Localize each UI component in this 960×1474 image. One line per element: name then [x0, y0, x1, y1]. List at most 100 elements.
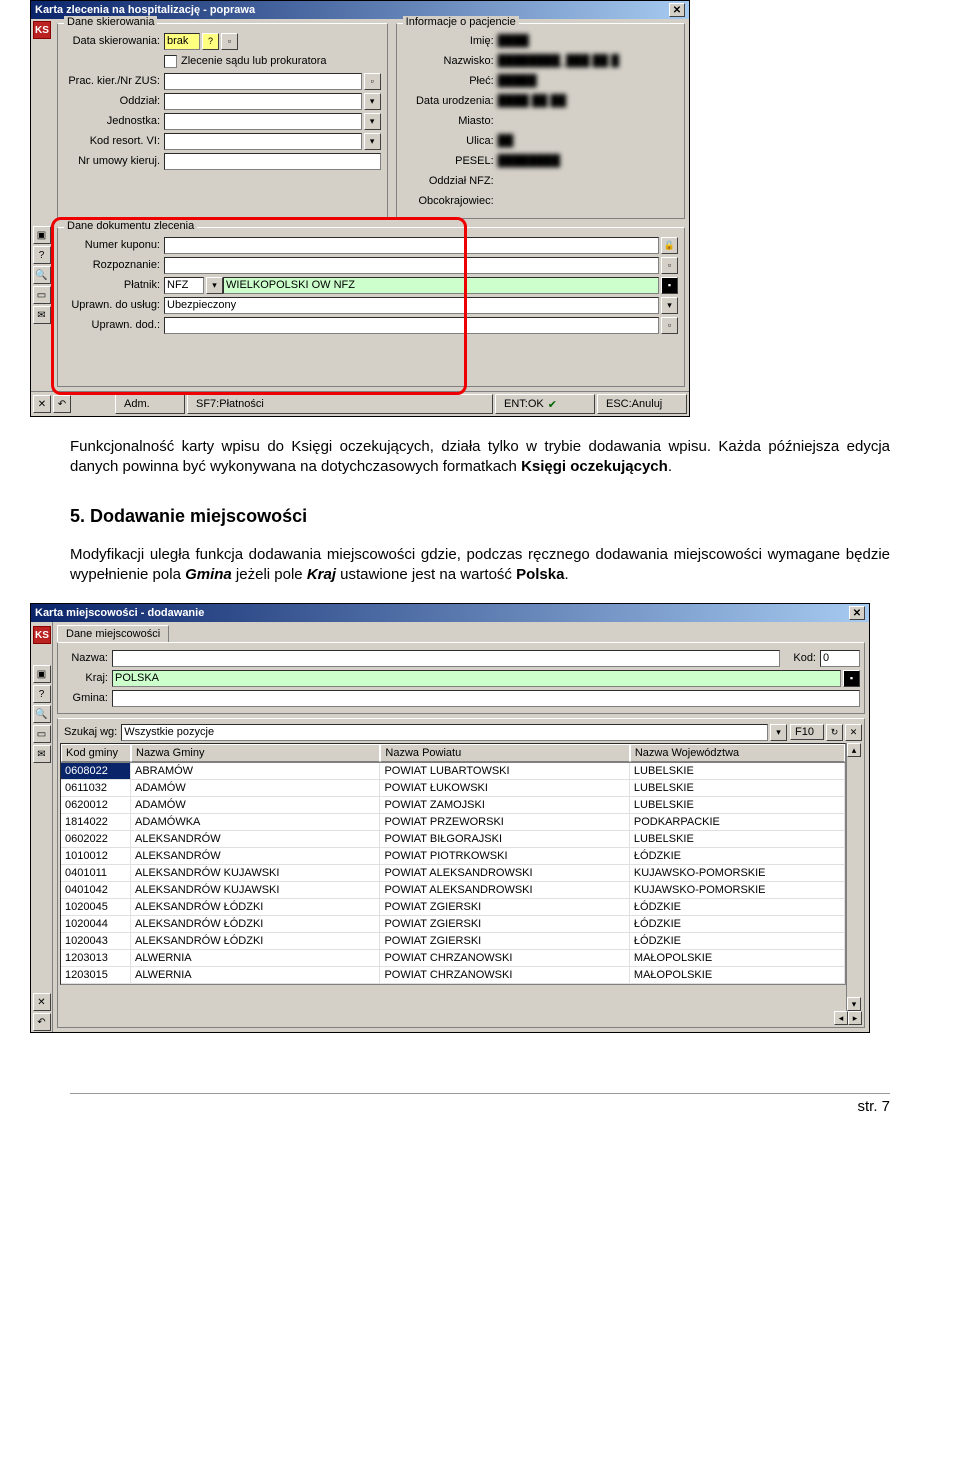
- table-row[interactable]: 0401042ALEKSANDRÓW KUJAWSKIPOWIAT ALEKSA…: [61, 882, 845, 899]
- bottom-bar: ✕ ↶ Adm. SF7:Płatności ENT:OK✔ ESC:Anulu…: [31, 391, 689, 416]
- group-patient-legend: Informacje o pacjencie: [403, 16, 519, 28]
- tool-mail-button[interactable]: ✉: [33, 306, 51, 324]
- table-cell: PODKARPACKIE: [630, 814, 845, 831]
- dropdown-icon[interactable]: ▾: [770, 724, 787, 741]
- table-row[interactable]: 0602022ALEKSANDRÓWPOWIAT BIŁGORAJSKILUBE…: [61, 831, 845, 848]
- scrollbar[interactable]: ▴ ▾: [846, 743, 862, 1011]
- table-row[interactable]: 0608022ABRAMÓWPOWIAT LUBARTOWSKILUBELSKI…: [61, 763, 845, 780]
- app-logo-icon: KS: [33, 21, 51, 39]
- dropdown-icon[interactable]: ▾: [364, 133, 381, 150]
- close-icon[interactable]: ✕: [669, 3, 685, 17]
- table-row[interactable]: 1814022ADAMÓWKAPOWIAT PRZEWORSKIPODKARPA…: [61, 814, 845, 831]
- table-row[interactable]: 0401011ALEKSANDRÓW KUJAWSKIPOWIAT ALEKSA…: [61, 865, 845, 882]
- dropdown-icon[interactable]: ▾: [364, 113, 381, 130]
- scroll-down-icon[interactable]: ▾: [847, 997, 861, 1011]
- paragraph-2: Modyfikacji uległa funkcja dodawania mie…: [70, 545, 890, 586]
- col-nazwa-powiatu[interactable]: Nazwa Powiatu: [380, 744, 629, 762]
- field-platnik-code[interactable]: NFZ: [164, 277, 204, 294]
- refresh-icon[interactable]: ↻: [826, 724, 843, 741]
- tab-dane-miejscowosci[interactable]: Dane miejscowości: [57, 625, 169, 642]
- clear-icon[interactable]: ✕: [845, 724, 862, 741]
- tool-search-button[interactable]: 🔍: [33, 705, 51, 723]
- checkbox-zlecenie-sadu[interactable]: [164, 55, 177, 68]
- dropdown-icon[interactable]: ▾: [206, 277, 223, 294]
- field-platnik-value[interactable]: WIELKOPOLSKI OW NFZ: [223, 277, 659, 294]
- label-uprawn: Uprawn. do usług:: [64, 299, 164, 311]
- field-nr-umowy[interactable]: [164, 153, 381, 170]
- table-cell: POWIAT CHRZANOWSKI: [380, 950, 629, 967]
- table-row[interactable]: 1203013ALWERNIAPOWIAT CHRZANOWSKIMAŁOPOL…: [61, 950, 845, 967]
- field-jednostka[interactable]: [164, 113, 362, 130]
- tool-button[interactable]: ▣: [33, 226, 51, 244]
- lookup-icon[interactable]: ▫: [661, 317, 678, 334]
- adm-button[interactable]: Adm.: [115, 394, 185, 414]
- field-data-skierowania[interactable]: brak: [164, 33, 200, 50]
- table-cell: 0620012: [61, 797, 131, 814]
- table-cell: ALEKSANDRÓW: [131, 848, 380, 865]
- tool-back-button[interactable]: ↶: [33, 1013, 51, 1031]
- table-row[interactable]: 1020045ALEKSANDRÓW ŁÓDZKIPOWIAT ZGIERSKI…: [61, 899, 845, 916]
- tool-search-button[interactable]: 🔍: [33, 266, 51, 284]
- field-rozpoznanie[interactable]: [164, 257, 659, 274]
- picker-icon[interactable]: ▫: [221, 33, 238, 50]
- lookup-icon[interactable]: ▪: [661, 277, 678, 294]
- table-cell: ALEKSANDRÓW ŁÓDZKI: [131, 933, 380, 950]
- tool-close-button[interactable]: ✕: [33, 395, 51, 413]
- dropdown-icon[interactable]: ▾: [661, 297, 678, 314]
- table-row[interactable]: 0611032ADAMÓWPOWIAT ŁUKOWSKILUBELSKIE: [61, 780, 845, 797]
- table-cell: 0401042: [61, 882, 131, 899]
- value-nazwisko: ████████_███ ██ █: [498, 55, 619, 67]
- field-uprawn[interactable]: Ubezpieczony: [164, 297, 659, 314]
- lookup-icon[interactable]: ▪: [843, 670, 860, 687]
- field-gmina[interactable]: [112, 690, 860, 707]
- sf7-button[interactable]: SF7:Płatności: [187, 394, 493, 414]
- tool-help-button[interactable]: ?: [33, 246, 51, 264]
- label-ulica: Ulica:: [403, 135, 498, 147]
- field-nazwa[interactable]: [112, 650, 780, 667]
- field-kod-resort[interactable]: [164, 133, 362, 150]
- field-uprawn-dod[interactable]: [164, 317, 659, 334]
- tool-button[interactable]: ▣: [33, 665, 51, 683]
- close-icon[interactable]: ✕: [849, 606, 865, 620]
- table-row[interactable]: 1203015ALWERNIAPOWIAT CHRZANOWSKIMAŁOPOL…: [61, 967, 845, 984]
- label-zlecenie-sadu: Zlecenie sądu lub prokuratora: [181, 55, 327, 67]
- lookup-icon[interactable]: ▫: [364, 73, 381, 90]
- col-nazwa-gminy[interactable]: Nazwa Gminy: [131, 744, 380, 762]
- tool-card-button[interactable]: ▭: [33, 286, 51, 304]
- field-kod[interactable]: 0: [820, 650, 860, 667]
- table-cell: 0602022: [61, 831, 131, 848]
- table-row[interactable]: 1020044ALEKSANDRÓW ŁÓDZKIPOWIAT ZGIERSKI…: [61, 916, 845, 933]
- scroll-right-icon[interactable]: ▸: [848, 1011, 862, 1025]
- help-icon[interactable]: ?: [202, 33, 219, 50]
- field-kraj[interactable]: POLSKA: [112, 670, 841, 687]
- label-data-ur: Data urodzenia:: [403, 95, 498, 107]
- tool-help-button[interactable]: ?: [33, 685, 51, 703]
- table-cell: 1010012: [61, 848, 131, 865]
- lookup-icon[interactable]: ▫: [661, 257, 678, 274]
- col-nazwa-wojewodztwa[interactable]: Nazwa Województwa: [630, 744, 845, 762]
- lock-icon[interactable]: 🔒: [661, 237, 678, 254]
- field-szukaj[interactable]: Wszystkie pozycje: [121, 724, 768, 741]
- tool-mail-button[interactable]: ✉: [33, 745, 51, 763]
- table-row[interactable]: 1020043ALEKSANDRÓW ŁÓDZKIPOWIAT ZGIERSKI…: [61, 933, 845, 950]
- table-cell: 0401011: [61, 865, 131, 882]
- scroll-left-icon[interactable]: ◂: [834, 1011, 848, 1025]
- table-cell: KUJAWSKO-POMORSKIE: [630, 865, 845, 882]
- table-cell: ABRAMÓW: [131, 763, 380, 780]
- field-kupon[interactable]: [164, 237, 659, 254]
- field-prac-kier[interactable]: [164, 73, 362, 90]
- tool-card-button[interactable]: ▭: [33, 725, 51, 743]
- label-kod-resort: Kod resort. VI:: [64, 135, 164, 147]
- col-kod-gminy[interactable]: Kod gminy: [61, 744, 131, 762]
- table-row[interactable]: 0620012ADAMÓWPOWIAT ZAMOJSKILUBELSKIE: [61, 797, 845, 814]
- dropdown-icon[interactable]: ▾: [364, 93, 381, 110]
- field-oddzial[interactable]: [164, 93, 362, 110]
- table-row[interactable]: 1010012ALEKSANDRÓWPOWIAT PIOTRKOWSKIŁÓDZ…: [61, 848, 845, 865]
- table-cell: MAŁOPOLSKIE: [630, 950, 845, 967]
- tool-close-button[interactable]: ✕: [33, 993, 51, 1011]
- cancel-button[interactable]: ESC:Anuluj: [597, 394, 687, 414]
- f10-button[interactable]: F10: [790, 724, 824, 740]
- ok-button[interactable]: ENT:OK✔: [495, 394, 595, 414]
- tool-back-button[interactable]: ↶: [53, 395, 71, 413]
- scroll-up-icon[interactable]: ▴: [847, 743, 861, 757]
